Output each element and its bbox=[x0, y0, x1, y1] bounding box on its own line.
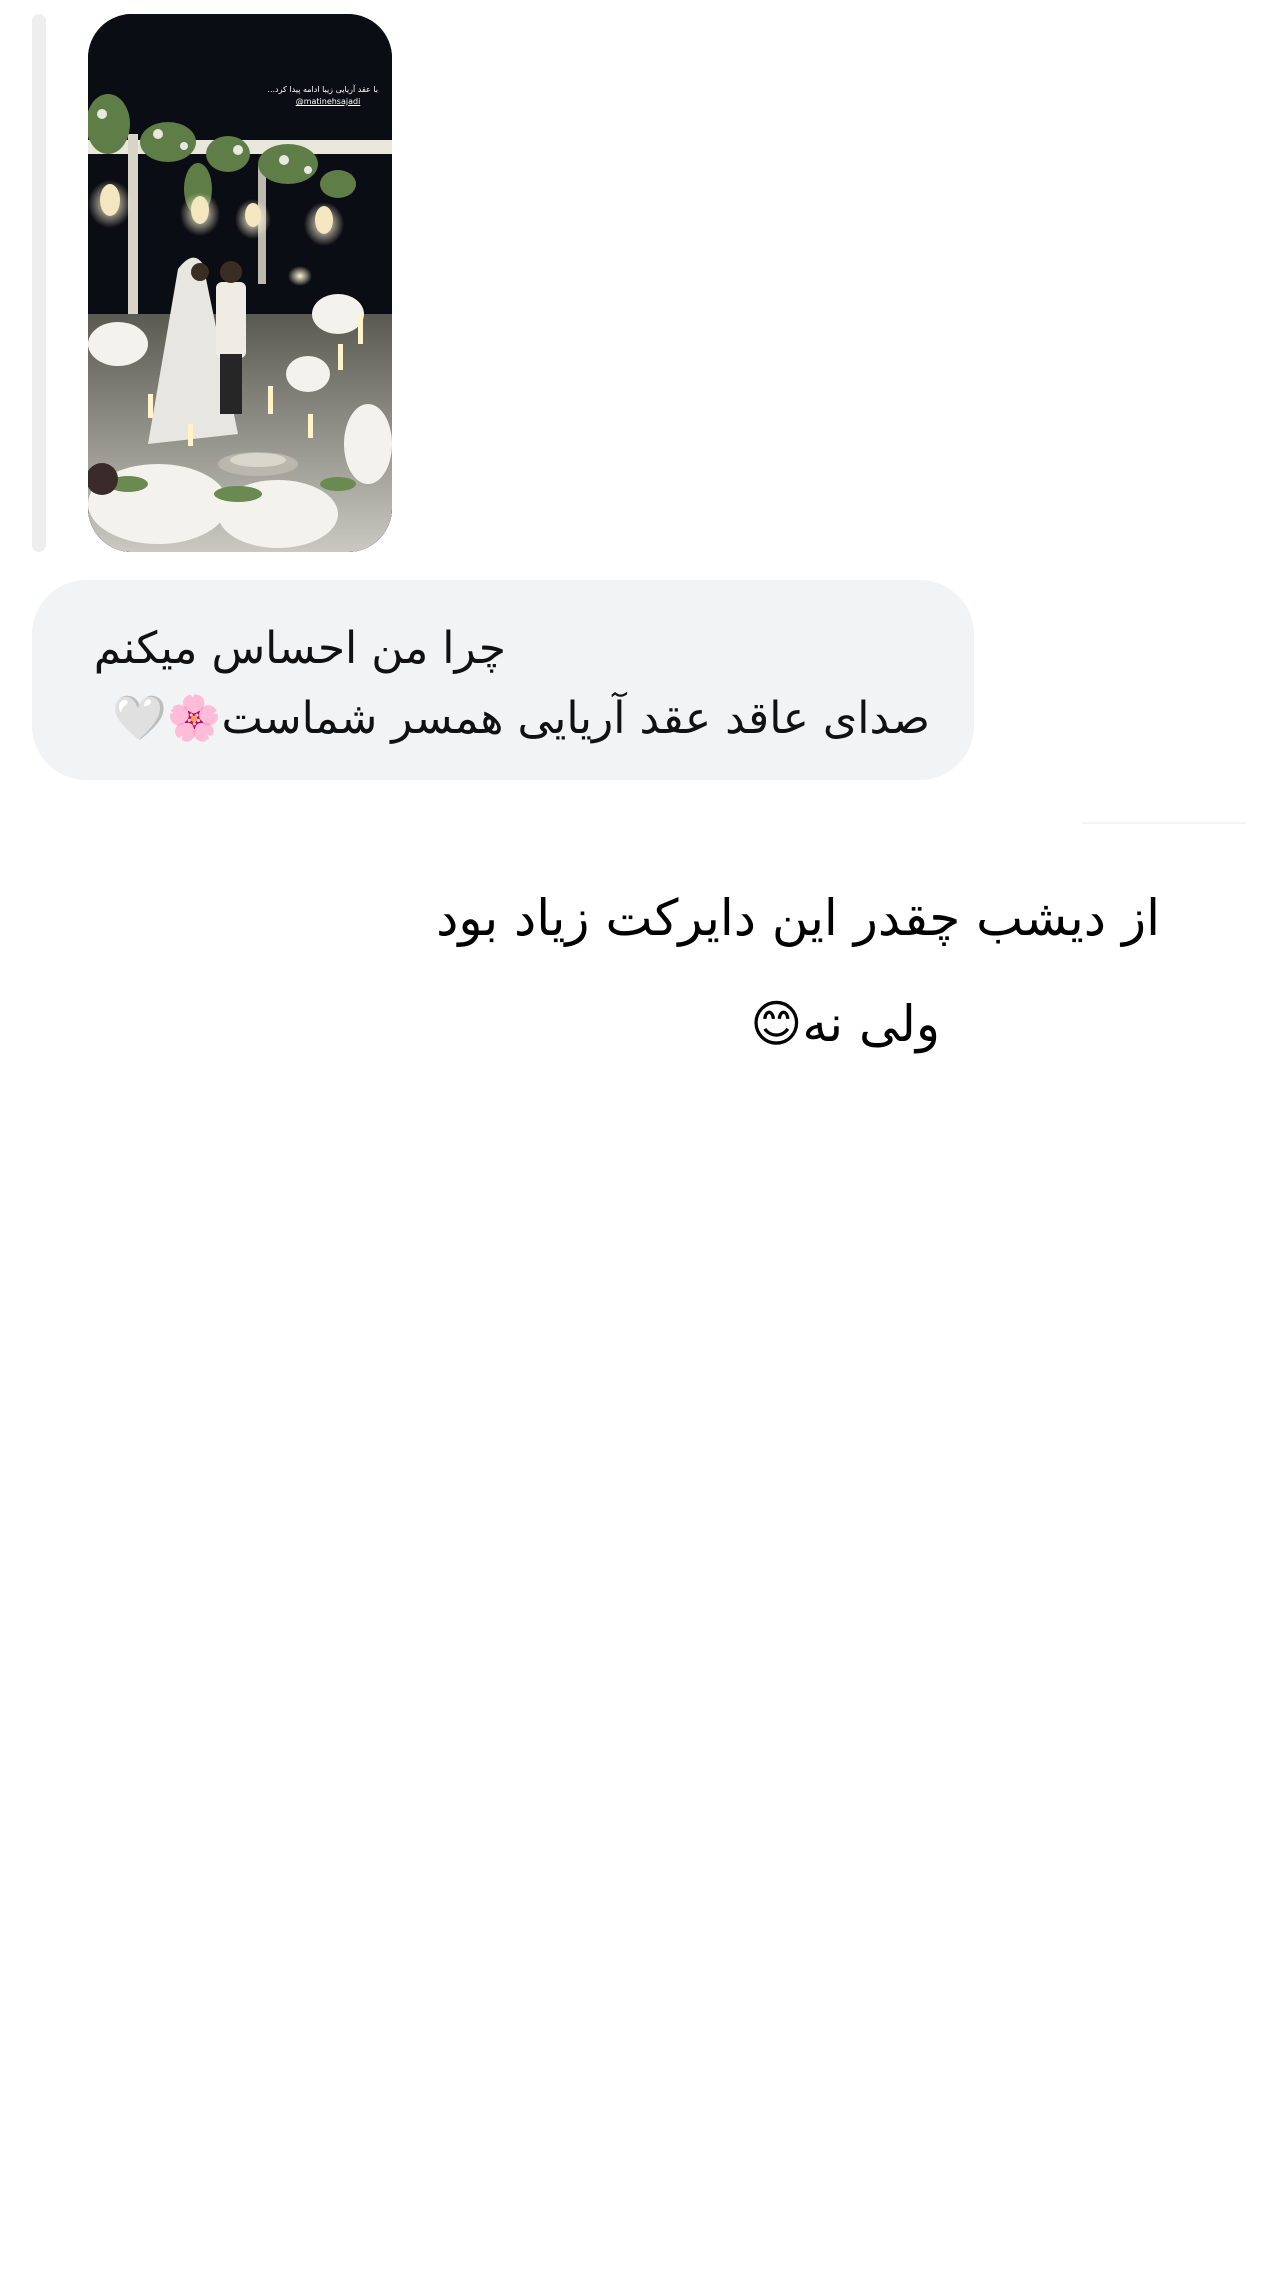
direct-message-thread: با عقد آریایی زیبا ادامه پیدا کرد... @ma… bbox=[0, 0, 1284, 2282]
story-caption-text: با عقد آریایی زیبا ادامه پیدا کرد... bbox=[267, 85, 378, 94]
story-reply-bar bbox=[32, 14, 46, 552]
shared-story-thumbnail[interactable]: با عقد آریایی زیبا ادامه پیدا کرد... @ma… bbox=[88, 14, 392, 552]
incoming-message-line-1: چرا من احساس میکنم bbox=[93, 623, 506, 674]
outgoing-message-line-2: ولی نه😊 bbox=[750, 995, 940, 1053]
incoming-message-line-2: صدای عاقد عقد آریایی همسر شماست🌸🤍 bbox=[111, 693, 930, 744]
message-divider bbox=[1082, 822, 1246, 824]
incoming-message-bubble[interactable]: چرا من احساس میکنم صدای عاقد عقد آریایی … bbox=[32, 580, 974, 780]
story-caption: با عقد آریایی زیبا ادامه پیدا کرد... @ma… bbox=[178, 84, 378, 108]
story-author-handle[interactable]: @matinehsajadi bbox=[278, 96, 378, 108]
outgoing-message-line-1: از دیشب چقدر این دایرکت زیاد بود bbox=[436, 889, 1160, 947]
